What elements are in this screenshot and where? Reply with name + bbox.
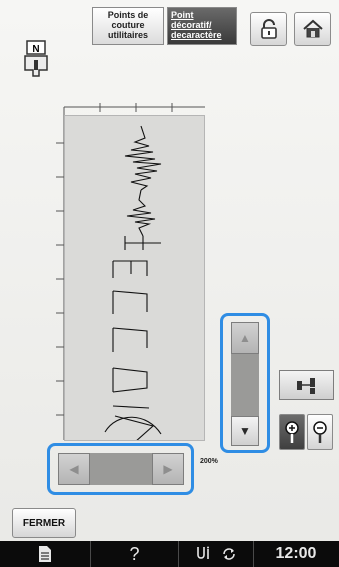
zoom-out-icon — [313, 421, 327, 443]
help-button[interactable]: ? — [91, 541, 178, 567]
document-icon — [39, 546, 51, 562]
arrow-right-icon: ▶ — [163, 462, 173, 476]
scroll-left-button[interactable]: ◀ — [58, 453, 90, 485]
tab-decorative-stitches[interactable]: Point décoratif/ decaractère — [167, 7, 237, 45]
lock-button[interactable] — [250, 12, 287, 46]
vertical-scroll-track[interactable] — [231, 354, 259, 416]
presser-foot-icon: N — [24, 40, 48, 77]
stitch-pattern — [104, 125, 162, 440]
arrow-up-icon: ▲ — [239, 331, 251, 345]
zoom-in-icon — [285, 421, 299, 443]
rotate-icon — [223, 548, 235, 560]
zoom-in-button[interactable] — [279, 414, 305, 450]
settings-button[interactable] — [179, 541, 253, 567]
horizontal-scroll-track[interactable] — [90, 453, 152, 485]
move-pattern-icon — [296, 378, 315, 394]
move-pattern-button[interactable] — [279, 370, 334, 400]
clock-time: 12:00 — [275, 545, 317, 562]
arrow-left-icon: ◀ — [69, 462, 79, 476]
tab-utility-stitches[interactable]: Points de couture utilitaires — [92, 7, 164, 45]
arrow-down-icon: ▼ — [239, 424, 251, 438]
home-button[interactable] — [294, 12, 331, 46]
stitch-preview — [64, 115, 205, 441]
home-icon — [302, 19, 323, 38]
clock: 12:00 — [254, 541, 338, 567]
lock-icon — [260, 19, 277, 39]
svg-text:N: N — [32, 44, 39, 55]
zoom-out-button[interactable] — [307, 414, 333, 450]
tab-decorative-label: Point décoratif/ decaractère — [171, 10, 222, 40]
status-bar: ? 12:00 — [0, 541, 339, 567]
close-button[interactable]: FERMER — [12, 508, 76, 538]
scroll-down-button[interactable]: ▼ — [231, 416, 259, 446]
zoom-level-label: 200% — [200, 458, 218, 465]
document-button[interactable] — [0, 541, 90, 567]
scroll-up-button[interactable]: ▲ — [231, 322, 259, 354]
scroll-right-button[interactable]: ▶ — [152, 453, 184, 485]
thread-icon — [197, 546, 209, 559]
